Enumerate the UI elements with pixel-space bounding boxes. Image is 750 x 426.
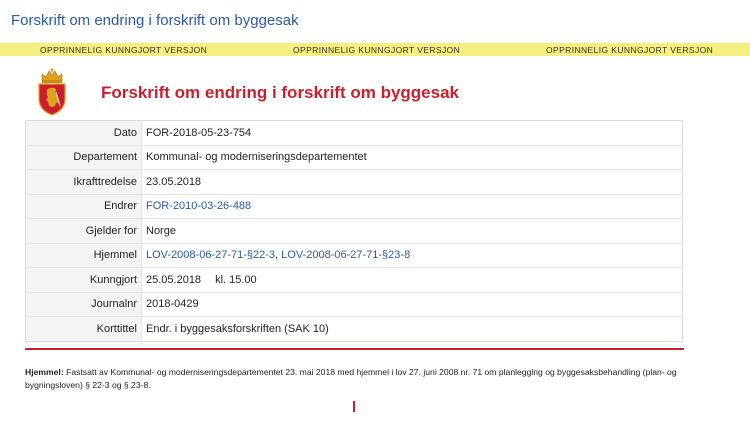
field-label: Dato <box>25 120 142 146</box>
endrer-link[interactable]: FOR-2010-03-26-488 <box>146 200 251 212</box>
field-value: FOR-2018-05-23-754 <box>141 120 683 146</box>
hjemmel-footnote: Hjemmel: Fastsatt av Kommunal- og modern… <box>25 366 690 392</box>
field-value: Endr. i byggesaksforskriften (SAK 10) <box>146 322 329 335</box>
field-label: Ikrafttredelse <box>25 169 142 195</box>
field-label: Korttittel <box>25 316 142 341</box>
kunngjort-date: 25.05.2018 <box>146 273 202 286</box>
table-row: Journalnr 2018-0429 <box>25 292 683 317</box>
field-label: Gjelder for <box>25 218 142 244</box>
field-value: 2018-0429 <box>141 292 683 317</box>
field-label: Departement <box>25 145 142 170</box>
hjemmel-link-23-8[interactable]: LOV-2008-06-27-71-§23-8 <box>281 249 410 261</box>
norwegian-coat-of-arms-icon <box>38 68 66 116</box>
table-row: Korttittel Endr. i byggesaksforskriften … <box>25 316 683 341</box>
page-header-title: Forskrift om endring i forskrift om bygg… <box>11 12 299 29</box>
table-row: Kunngjort 25.05.2018 kl. 15.00 <box>25 267 683 293</box>
field-label: Journalnr <box>25 292 142 317</box>
banner-text: OPPRINNELIG KUNNGJORT VERSJON <box>293 44 461 55</box>
table-row: Hjemmel LOV-2008-06-27-71-§22-3, LOV-200… <box>25 243 683 268</box>
text-cursor-marker <box>353 401 355 412</box>
hjemmel-link-22-3[interactable]: LOV-2008-06-27-71-§22-3 <box>146 249 275 261</box>
table-row: Ikrafttredelse 23.05.2018 <box>25 169 683 195</box>
field-label: Kunngjort <box>25 267 142 293</box>
table-row: Endrer FOR-2010-03-26-488 <box>25 194 683 219</box>
table-row: Dato FOR-2018-05-23-754 <box>25 120 683 146</box>
field-value: Norge <box>141 218 683 244</box>
metadata-table: Dato FOR-2018-05-23-754 Departement Komm… <box>25 120 683 342</box>
document-title: Forskrift om endring i forskrift om bygg… <box>101 83 460 102</box>
footnote-label: Hjemmel: <box>25 367 64 377</box>
table-row: Gjelder for Norge <box>25 218 683 244</box>
original-version-banner: OPPRINNELIG KUNNGJORT VERSJON OPPRINNELI… <box>0 43 750 56</box>
kunngjort-time: kl. 15.00 <box>215 273 257 286</box>
banner-text: OPPRINNELIG KUNNGJORT VERSJON <box>546 44 714 55</box>
footnote-text: Fastsatt av Kommunal- og moderniseringsd… <box>25 367 677 390</box>
field-label: Hjemmel <box>25 243 142 268</box>
section-divider <box>25 348 684 350</box>
table-row: Departement Kommunal- og moderniseringsd… <box>25 145 683 170</box>
banner-text: OPPRINNELIG KUNNGJORT VERSJON <box>40 44 208 55</box>
field-value: Kommunal- og moderniseringsdepartementet <box>141 145 683 170</box>
field-label: Endrer <box>25 194 142 219</box>
field-value: 23.05.2018 <box>141 169 683 195</box>
